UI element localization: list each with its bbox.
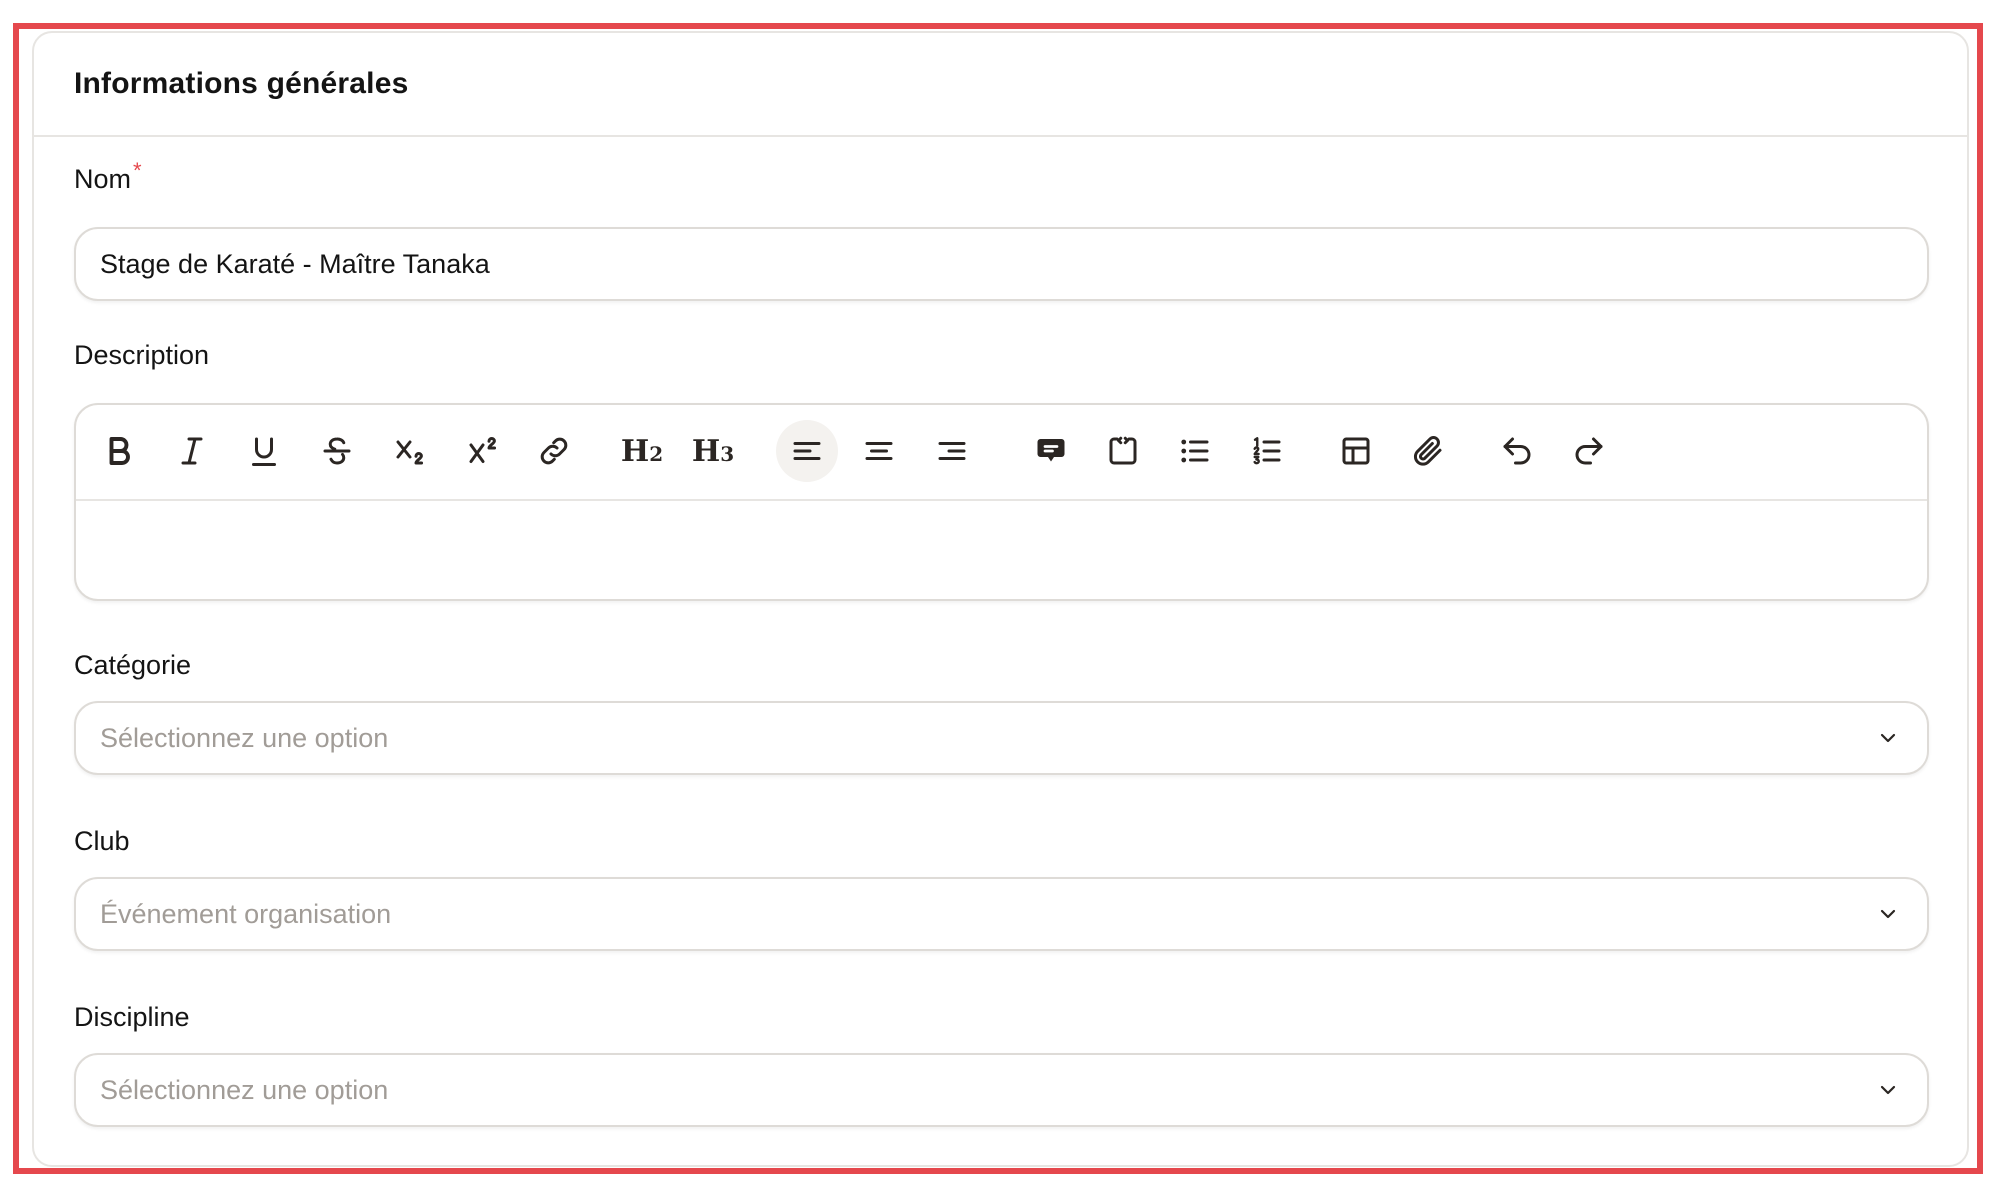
subscript-button[interactable]: [379, 420, 441, 482]
nom-input-value: Stage de Karaté - Maître Tanaka: [100, 248, 490, 279]
discipline-placeholder: Sélectionnez une option: [100, 1074, 389, 1105]
code-block-button[interactable]: [1092, 420, 1154, 482]
underline-icon: [252, 437, 276, 466]
card-header: Informations générales: [34, 33, 1967, 137]
attachment-button[interactable]: [1397, 420, 1459, 482]
discipline-label: Discipline: [74, 1002, 190, 1032]
align-left-icon: [793, 442, 821, 460]
description-editor-area[interactable]: [76, 501, 1927, 599]
superscript-icon: [469, 437, 497, 463]
strikethrough-button[interactable]: [306, 420, 368, 482]
club-placeholder: Événement organisation: [100, 898, 392, 929]
heading-3-button[interactable]: H3: [682, 420, 744, 482]
subscript-icon: [396, 440, 424, 465]
link-icon: [540, 437, 568, 465]
card-title: Informations générales: [74, 67, 409, 100]
superscript-button[interactable]: [452, 420, 514, 482]
required-marker: *: [133, 158, 142, 183]
underline-button[interactable]: [233, 420, 295, 482]
link-button[interactable]: [523, 420, 585, 482]
align-center-icon: [865, 442, 893, 460]
strikethrough-icon: [323, 437, 351, 465]
chevron-down-icon: [1875, 1077, 1901, 1103]
heading-2-button[interactable]: H2: [611, 420, 673, 482]
redo-icon: [1575, 437, 1603, 465]
categorie-placeholder: Sélectionnez une option: [100, 722, 389, 753]
table-button[interactable]: [1325, 420, 1387, 482]
club-select[interactable]: Événement organisation: [74, 877, 1929, 951]
ordered-list-button[interactable]: [1236, 420, 1298, 482]
align-left-button[interactable]: [776, 420, 838, 482]
nom-label: Nom*: [74, 158, 142, 195]
comment-icon: [1037, 439, 1065, 462]
heading-2-icon: H2: [620, 433, 664, 469]
general-info-card: Informations générales Nom* Stage de Kar…: [32, 31, 1969, 1167]
chevron-down-icon: [1875, 725, 1901, 751]
categorie-select[interactable]: Sélectionnez une option: [74, 701, 1929, 775]
categorie-label: Catégorie: [74, 650, 192, 680]
nom-label-text: Nom: [74, 164, 132, 194]
bullet-list-icon: [1181, 439, 1209, 463]
align-right-icon: [938, 442, 966, 460]
table-icon: [1342, 437, 1370, 465]
chevron-down-icon: [1875, 901, 1901, 927]
comment-button[interactable]: [1020, 420, 1082, 482]
italic-icon: [181, 437, 203, 465]
club-label: Club: [74, 826, 130, 856]
redo-button[interactable]: [1558, 420, 1620, 482]
align-center-button[interactable]: [848, 420, 910, 482]
align-right-button[interactable]: [921, 420, 983, 482]
bullet-list-button[interactable]: [1164, 420, 1226, 482]
ordered-list-icon: [1253, 437, 1281, 465]
bold-icon: [109, 437, 130, 465]
bold-button[interactable]: [88, 420, 150, 482]
heading-3-icon: H3: [691, 433, 735, 469]
undo-icon: [1503, 437, 1531, 465]
editor-toolbar: H2 H3: [76, 405, 1927, 501]
undo-button[interactable]: [1486, 420, 1548, 482]
italic-button[interactable]: [161, 420, 223, 482]
discipline-select[interactable]: Sélectionnez une option: [74, 1053, 1929, 1127]
description-label: Description: [74, 340, 210, 370]
description-editor: H2 H3: [74, 403, 1929, 601]
code-block-icon: [1109, 436, 1137, 465]
nom-input[interactable]: Stage de Karaté - Maître Tanaka: [74, 227, 1929, 301]
attachment-icon: [1413, 436, 1442, 466]
